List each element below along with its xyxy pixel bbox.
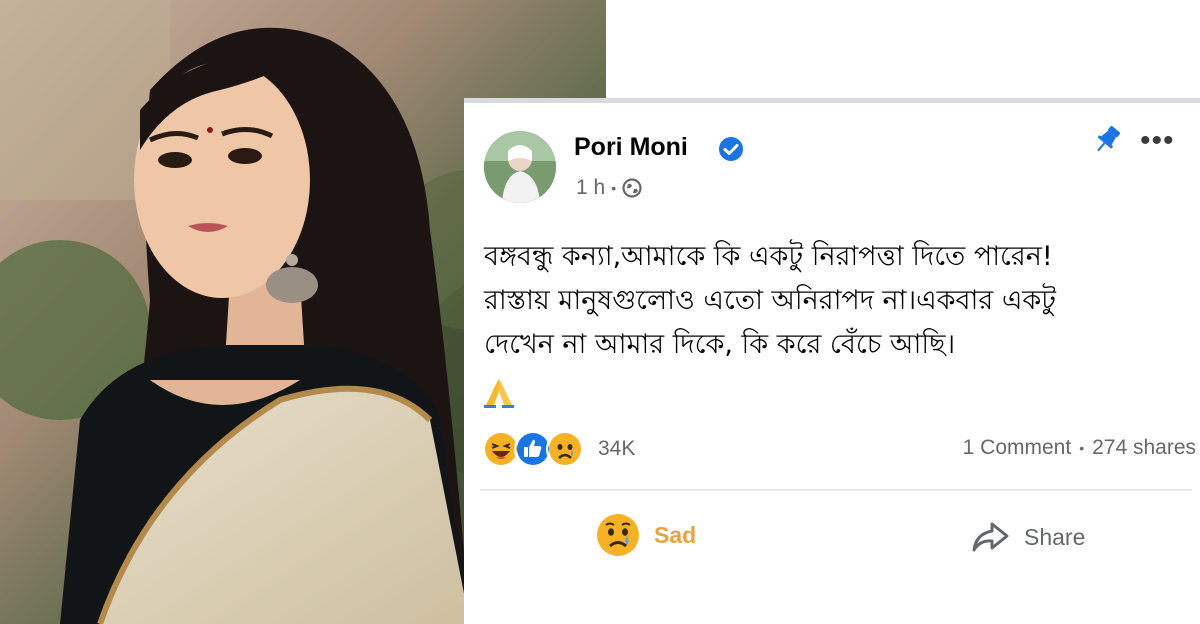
stats-separator: •: [1079, 440, 1085, 457]
reaction-count: 34K: [598, 437, 636, 460]
verified-badge-icon: [719, 137, 743, 161]
sad-reaction-button[interactable]: Sad: [596, 511, 696, 559]
share-button[interactable]: Share: [970, 515, 1085, 559]
more-options-icon[interactable]: •••: [1140, 126, 1188, 156]
reactions-summary[interactable]: 34K: [482, 430, 635, 468]
share-button-label: Share: [1024, 523, 1086, 550]
comment-count-link[interactable]: 1 Comment: [963, 436, 1072, 459]
pin-icon[interactable]: [1090, 123, 1124, 157]
engagement-stats: 1 Comment • 274 shares: [963, 436, 1196, 460]
sad-face-icon: [597, 514, 639, 556]
meta-separator: •: [611, 180, 617, 196]
post-meta: 1 h •: [576, 175, 642, 201]
author-avatar[interactable]: [484, 131, 556, 203]
sad-button-label: Sad: [654, 521, 697, 548]
author-name[interactable]: Pori Moni: [574, 133, 688, 162]
share-count-link[interactable]: 274 shares: [1092, 436, 1196, 459]
share-arrow-icon: [972, 522, 1009, 552]
post-text-line: বঙ্গবন্ধু কন্যা,আমাকে কি একটু নিরাপত্তা …: [484, 241, 1053, 272]
post-body: বঙ্গবন্ধু কন্যা,আমাকে কি একটু নিরাপত্তা …: [484, 235, 1194, 367]
action-divider: [480, 489, 1192, 491]
post-text-line: দেখেন না আমার দিকে, কি করে বেঁচে আছি।: [484, 329, 956, 360]
globe-icon[interactable]: [622, 178, 642, 198]
pray-emoji-icon: [484, 379, 514, 408]
screenshot-stage: Pori Moni 1 h • ••• বঙ্গবন্ধু কন্যা,আমাক…: [0, 0, 1200, 624]
sad-icon: [546, 430, 584, 468]
facebook-post-card: Pori Moni 1 h • ••• বঙ্গবন্ধু কন্যা,আমাক…: [464, 98, 1200, 624]
post-text-line: রাস্তায় মানুষগুলোও এতো অনিরাপদ না।একবার…: [484, 285, 1056, 316]
post-timestamp[interactable]: 1 h: [576, 176, 605, 200]
avatar-image: [484, 131, 556, 203]
